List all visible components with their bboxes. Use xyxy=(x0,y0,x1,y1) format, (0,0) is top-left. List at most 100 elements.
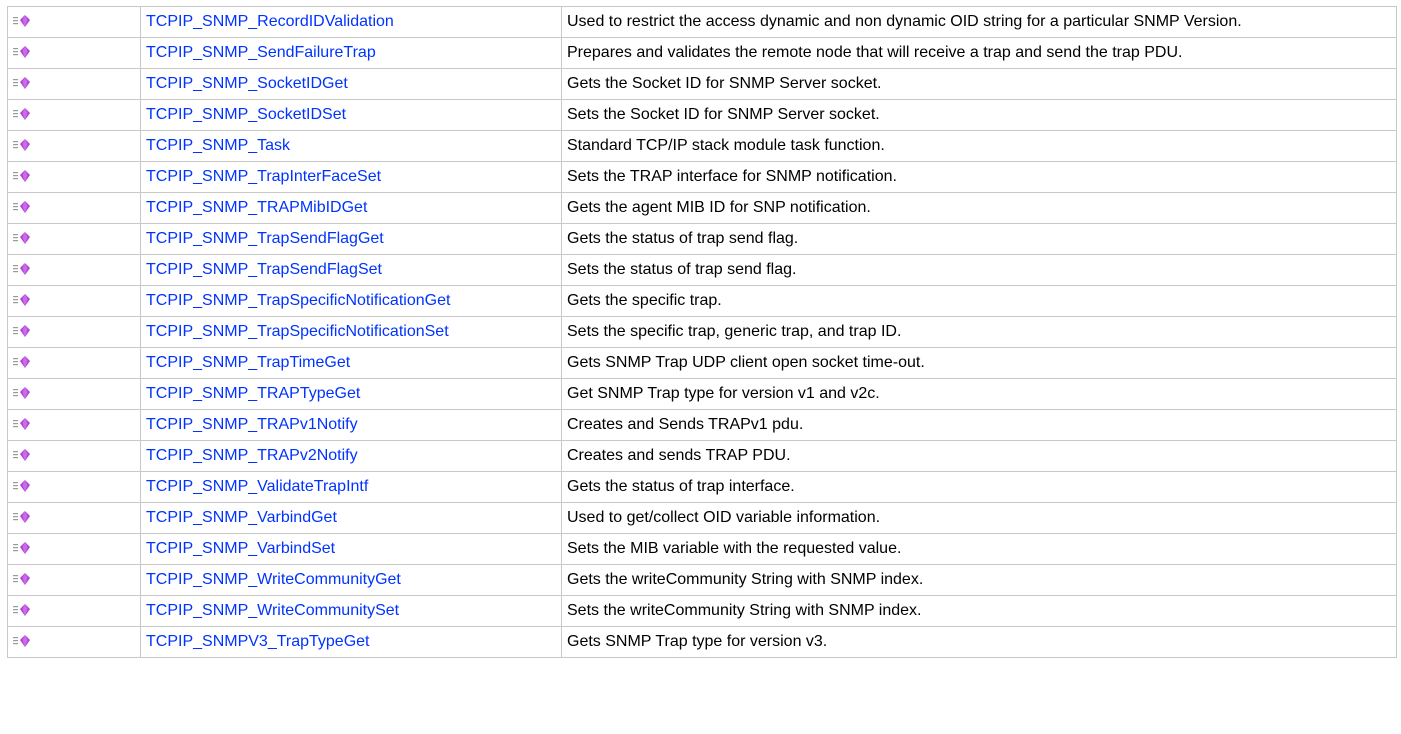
table-row: TCPIP_SNMP_TrapTimeGet Gets SNMP Trap UDP… xyxy=(7,347,1397,379)
function-description: Standard TCP/IP stack module task functi… xyxy=(561,130,1397,162)
icon-cell xyxy=(7,37,141,69)
icon-cell xyxy=(7,68,141,100)
function-description: Gets SNMP Trap UDP client open socket ti… xyxy=(561,347,1397,379)
function-link[interactable]: TCPIP_SNMP_ValidateTrapIntf xyxy=(146,478,368,495)
function-description: Sets the MIB variable with the requested… xyxy=(561,533,1397,565)
function-description: Sets the TRAP interface for SNMP notific… xyxy=(561,161,1397,193)
public-method-icon xyxy=(13,44,33,65)
icon-cell xyxy=(7,99,141,131)
icon-cell xyxy=(7,409,141,441)
function-link[interactable]: TCPIP_SNMP_TRAPMibIDGet xyxy=(146,199,367,216)
name-cell: TCPIP_SNMP_TRAPv2Notify xyxy=(140,440,562,472)
public-method-icon xyxy=(13,447,33,468)
functions-table-body: TCPIP_SNMP_RecordIDValidation Used to res… xyxy=(7,6,1397,658)
function-link[interactable]: TCPIP_SNMP_TRAPv1Notify xyxy=(146,416,358,433)
function-link[interactable]: TCPIP_SNMP_Task xyxy=(146,137,290,154)
public-method-icon xyxy=(13,602,33,623)
function-description: Sets the writeCommunity String with SNMP… xyxy=(561,595,1397,627)
icon-cell xyxy=(7,347,141,379)
icon-cell xyxy=(7,440,141,472)
table-row: TCPIP_SNMP_TrapSendFlagSet Sets the statu… xyxy=(7,254,1397,286)
table-row: TCPIP_SNMP_TRAPv1Notify Creates and Sends… xyxy=(7,409,1397,441)
table-row: TCPIP_SNMP_SocketIDGet Gets the Socket ID… xyxy=(7,68,1397,100)
public-method-icon xyxy=(13,168,33,189)
icon-cell xyxy=(7,6,141,38)
function-description: Sets the status of trap send flag. xyxy=(561,254,1397,286)
table-row: TCPIP_SNMP_TRAPTypeGet Get SNMP Trap type… xyxy=(7,378,1397,410)
function-link[interactable]: TCPIP_SNMP_TrapTimeGet xyxy=(146,354,350,371)
public-method-icon xyxy=(13,385,33,406)
public-method-icon xyxy=(13,106,33,127)
name-cell: TCPIP_SNMP_TrapSendFlagSet xyxy=(140,254,562,286)
public-method-icon xyxy=(13,416,33,437)
public-method-icon xyxy=(13,230,33,251)
function-description: Sets the specific trap, generic trap, an… xyxy=(561,316,1397,348)
table-row: TCPIP_SNMP_RecordIDValidation Used to res… xyxy=(7,6,1397,38)
public-method-icon xyxy=(13,13,33,34)
icon-cell xyxy=(7,192,141,224)
icon-cell xyxy=(7,161,141,193)
icon-cell xyxy=(7,626,141,658)
function-description: Gets the specific trap. xyxy=(561,285,1397,317)
function-description: Gets the status of trap send flag. xyxy=(561,223,1397,255)
function-description: Used to get/collect OID variable informa… xyxy=(561,502,1397,534)
name-cell: TCPIP_SNMP_VarbindSet xyxy=(140,533,562,565)
function-link[interactable]: TCPIP_SNMP_SocketIDGet xyxy=(146,75,348,92)
table-row: TCPIP_SNMP_TRAPMibIDGet Gets the agent MI… xyxy=(7,192,1397,224)
function-description: Gets the writeCommunity String with SNMP… xyxy=(561,564,1397,596)
icon-cell xyxy=(7,533,141,565)
public-method-icon xyxy=(13,199,33,220)
name-cell: TCPIP_SNMP_Task xyxy=(140,130,562,162)
table-row: TCPIP_SNMP_TRAPv2Notify Creates and sends… xyxy=(7,440,1397,472)
function-description: Gets the agent MIB ID for SNP notificati… xyxy=(561,192,1397,224)
function-link[interactable]: TCPIP_SNMP_VarbindSet xyxy=(146,540,335,557)
function-description: Prepares and validates the remote node t… xyxy=(561,37,1397,69)
name-cell: TCPIP_SNMP_SocketIDGet xyxy=(140,68,562,100)
icon-cell xyxy=(7,254,141,286)
function-link[interactable]: TCPIP_SNMP_SocketIDSet xyxy=(146,106,346,123)
table-row: TCPIP_SNMP_TrapSpecificNotificationSet Se… xyxy=(7,316,1397,348)
function-description: Get SNMP Trap type for version v1 and v2… xyxy=(561,378,1397,410)
public-method-icon xyxy=(13,137,33,158)
public-method-icon xyxy=(13,509,33,530)
icon-cell xyxy=(7,595,141,627)
function-link[interactable]: TCPIP_SNMP_TrapSendFlagSet xyxy=(146,261,382,278)
name-cell: TCPIP_SNMP_TrapSendFlagGet xyxy=(140,223,562,255)
function-link[interactable]: TCPIP_SNMPV3_TrapTypeGet xyxy=(146,633,370,650)
function-link[interactable]: TCPIP_SNMP_TRAPTypeGet xyxy=(146,385,360,402)
name-cell: TCPIP_SNMP_RecordIDValidation xyxy=(140,6,562,38)
icon-cell xyxy=(7,502,141,534)
icon-cell xyxy=(7,316,141,348)
table-row: TCPIP_SNMP_TrapInterFaceSet Sets the TRAP… xyxy=(7,161,1397,193)
icon-cell xyxy=(7,130,141,162)
table-row: TCPIP_SNMP_SendFailureTrap Prepares and v… xyxy=(7,37,1397,69)
function-link[interactable]: TCPIP_SNMP_RecordIDValidation xyxy=(146,13,394,30)
function-description: Creates and sends TRAP PDU. xyxy=(561,440,1397,472)
name-cell: TCPIP_SNMP_ValidateTrapIntf xyxy=(140,471,562,503)
function-link[interactable]: TCPIP_SNMP_VarbindGet xyxy=(146,509,337,526)
name-cell: TCPIP_SNMP_WriteCommunityGet xyxy=(140,564,562,596)
function-link[interactable]: TCPIP_SNMP_TrapSpecificNotificationSet xyxy=(146,323,449,340)
function-link[interactable]: TCPIP_SNMP_WriteCommunityGet xyxy=(146,571,401,588)
public-method-icon xyxy=(13,633,33,654)
function-link[interactable]: TCPIP_SNMP_WriteCommunitySet xyxy=(146,602,399,619)
function-description: Sets the Socket ID for SNMP Server socke… xyxy=(561,99,1397,131)
function-link[interactable]: TCPIP_SNMP_TrapInterFaceSet xyxy=(146,168,381,185)
function-link[interactable]: TCPIP_SNMP_SendFailureTrap xyxy=(146,44,376,61)
public-method-icon xyxy=(13,292,33,313)
table-row: TCPIP_SNMP_TrapSpecificNotificationGet Ge… xyxy=(7,285,1397,317)
function-description: Gets SNMP Trap type for version v3. xyxy=(561,626,1397,658)
public-method-icon xyxy=(13,261,33,282)
table-row: TCPIP_SNMP_VarbindGet Used to get/collect… xyxy=(7,502,1397,534)
table-row: TCPIP_SNMP_WriteCommunitySet Sets the wri… xyxy=(7,595,1397,627)
function-link[interactable]: TCPIP_SNMP_TrapSpecificNotificationGet xyxy=(146,292,450,309)
table-row: TCPIP_SNMP_Task Standard TCP/IP stack mod… xyxy=(7,130,1397,162)
function-description: Gets the status of trap interface. xyxy=(561,471,1397,503)
table-row: TCPIP_SNMP_ValidateTrapIntf Gets the stat… xyxy=(7,471,1397,503)
name-cell: TCPIP_SNMP_TRAPTypeGet xyxy=(140,378,562,410)
function-description: Used to restrict the access dynamic and … xyxy=(561,6,1397,38)
table-row: TCPIP_SNMP_VarbindSet Sets the MIB variab… xyxy=(7,533,1397,565)
function-link[interactable]: TCPIP_SNMP_TrapSendFlagGet xyxy=(146,230,384,247)
table-row: TCPIP_SNMP_TrapSendFlagGet Gets the statu… xyxy=(7,223,1397,255)
function-link[interactable]: TCPIP_SNMP_TRAPv2Notify xyxy=(146,447,358,464)
